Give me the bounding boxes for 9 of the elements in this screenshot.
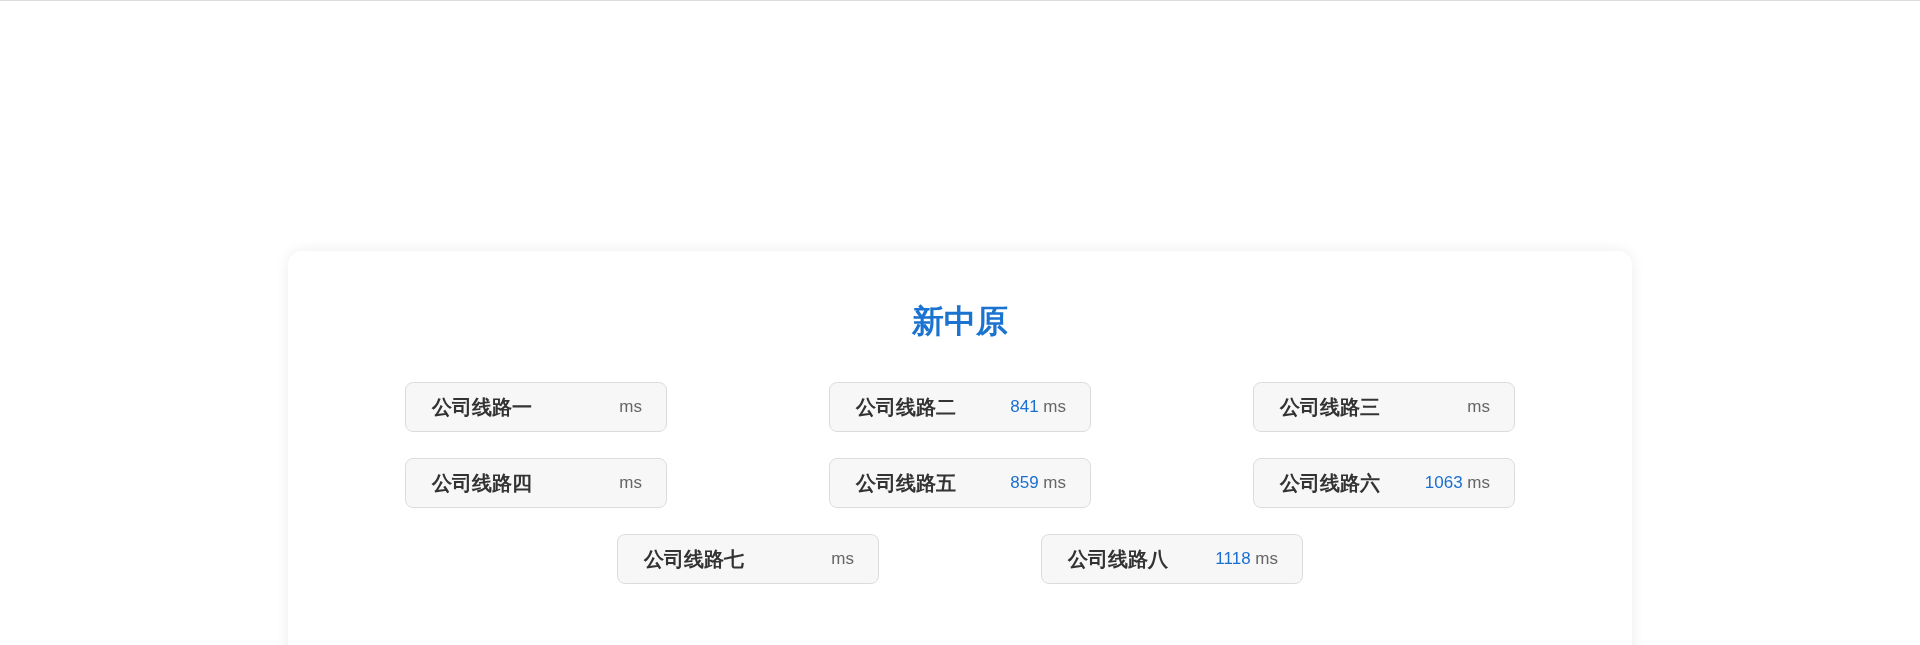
panel-title: 新中原	[912, 302, 1008, 341]
line-button[interactable]: 公司线路六 1063 ms	[1253, 458, 1515, 508]
line-button[interactable]: 公司线路七 ms	[617, 534, 879, 584]
line-button[interactable]: 公司线路二 841 ms	[829, 382, 1091, 432]
line-button[interactable]: 公司线路八 1118 ms	[1041, 534, 1303, 584]
line-button[interactable]: 公司线路四 ms	[405, 458, 667, 508]
line-button[interactable]: 公司线路五 859 ms	[829, 458, 1091, 508]
line-button[interactable]: 公司线路一 ms	[405, 382, 667, 432]
line-button[interactable]: 公司线路三 ms	[1253, 382, 1515, 432]
